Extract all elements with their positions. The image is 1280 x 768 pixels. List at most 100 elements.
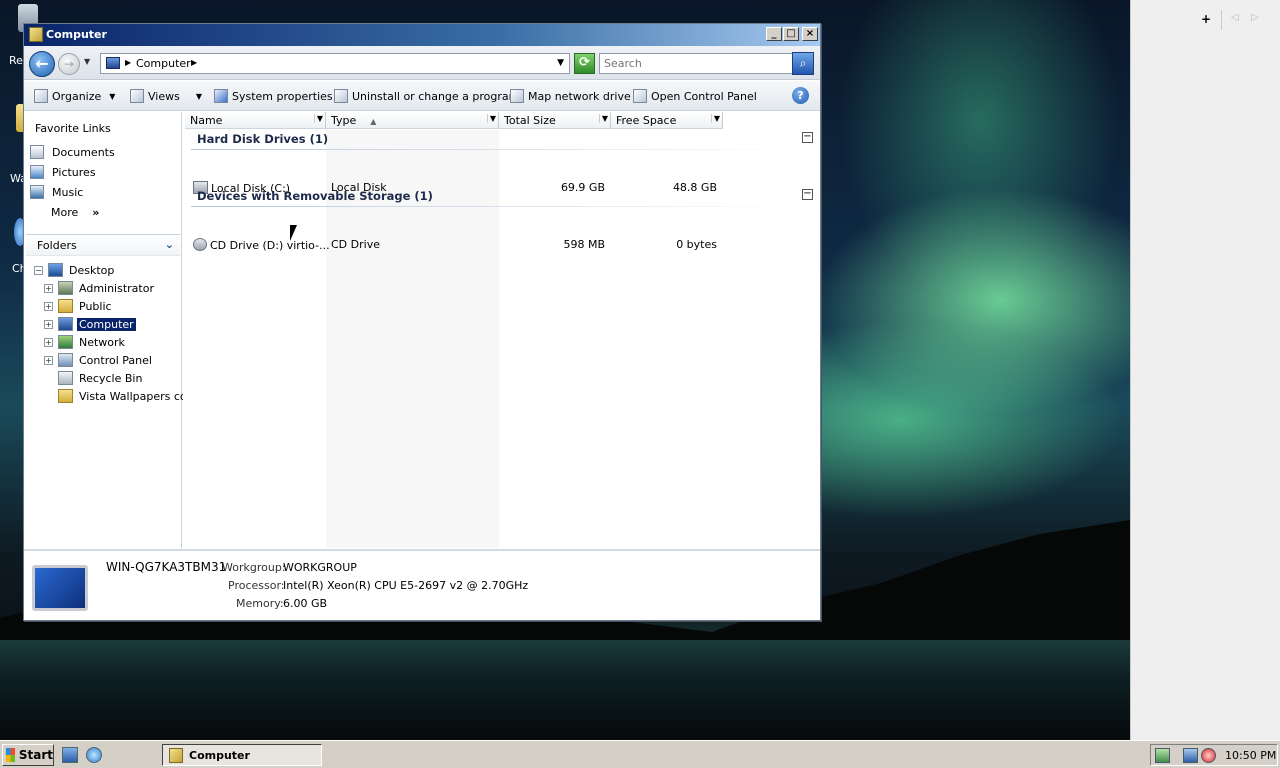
system-properties-icon	[214, 89, 228, 103]
chevron-down-icon: ▼	[195, 91, 202, 101]
breadcrumb-separator-icon[interactable]: ▶	[125, 58, 131, 67]
minimize-button[interactable]: _	[766, 27, 782, 41]
group-collapse-icon[interactable]: −	[802, 132, 813, 143]
search-button[interactable]: ⌕	[792, 52, 814, 75]
organize-label: Organize	[52, 89, 102, 103]
column-type-label: Type	[331, 114, 357, 127]
tree-item-control-panel[interactable]: + Control Panel	[44, 352, 154, 368]
close-button[interactable]: ×	[802, 27, 818, 41]
organize-menu[interactable]: Organize ▼	[34, 88, 115, 104]
wallpaper-lake	[0, 640, 1130, 740]
drive-name: CD Drive (D:) virtio-...	[210, 239, 330, 252]
memory-label: Memory:	[236, 597, 284, 610]
group-collapse-icon[interactable]: −	[802, 189, 813, 200]
tree-item-public[interactable]: + Public	[44, 298, 114, 314]
folders-header[interactable]: Folders ⌄	[26, 234, 180, 256]
taskbar-computer-button[interactable]: Computer	[162, 744, 322, 766]
gadget-prev-button[interactable]: ◁	[1231, 12, 1239, 23]
chevron-down-icon[interactable]: ▼	[598, 114, 608, 123]
tree-expand-icon[interactable]: +	[44, 337, 53, 347]
address-dropdown-icon[interactable]: ▼	[557, 58, 564, 68]
drive-total-size: 598 MB	[563, 238, 605, 251]
workgroup-label: Workgroup:	[222, 561, 286, 574]
column-header-type[interactable]: Type ▲ ▼	[326, 112, 499, 129]
tree-expand-icon[interactable]: +	[44, 355, 53, 365]
help-button[interactable]: ?	[792, 87, 809, 104]
group-divider	[191, 149, 805, 150]
computer-name: WIN-QG7KA3TBM31	[106, 560, 227, 574]
group-header-hard-disks[interactable]: Hard Disk Drives (1)	[197, 132, 328, 146]
internet-explorer-icon[interactable]	[86, 747, 102, 763]
chevron-down-icon[interactable]: ▼	[710, 114, 720, 123]
tree-expand-icon[interactable]: +	[44, 319, 53, 329]
tree-label: Control Panel	[79, 353, 152, 367]
system-properties-label: System properties	[232, 89, 333, 103]
back-button[interactable]: ←	[29, 51, 55, 77]
add-gadget-button[interactable]: +	[1201, 12, 1211, 26]
favorite-music-label: Music	[52, 185, 84, 199]
favorite-documents-label: Documents	[52, 145, 115, 159]
breadcrumb-chevron-icon[interactable]: ▶	[191, 58, 197, 67]
maximize-button[interactable]: □	[783, 27, 799, 41]
tree-expand-icon[interactable]: +	[44, 283, 53, 293]
column-total-label: Total Size	[504, 114, 556, 127]
forward-arrow-icon: →	[63, 57, 75, 71]
tree-item-computer[interactable]: + Computer	[44, 316, 136, 332]
favorite-pictures-label: Pictures	[52, 165, 96, 179]
volume-muted-icon[interactable]	[1201, 748, 1216, 763]
system-properties-button[interactable]: System properties	[214, 88, 333, 104]
chevron-down-icon: ▼	[109, 91, 116, 101]
memory-value: 6.00 GB	[283, 597, 328, 610]
uninstall-program-button[interactable]: Uninstall or change a program	[334, 88, 519, 104]
column-header-total-size[interactable]: Total Size ▼	[499, 112, 611, 129]
tree-item-vista-wallpapers[interactable]: Vista Wallpapers colle	[58, 388, 183, 404]
explorer-window: Computer _ □ × ← → ▼ ▶ Computer ▶ ▼ ⟳ ⌕ …	[23, 23, 821, 621]
gadget-divider	[1221, 10, 1222, 30]
recent-pages-dropdown[interactable]: ▼	[84, 57, 90, 66]
open-control-panel-button[interactable]: Open Control Panel	[633, 88, 757, 104]
tree-collapse-icon[interactable]: −	[34, 265, 43, 275]
chevron-down-icon[interactable]: ▼	[313, 114, 323, 123]
clock[interactable]: 10:50 PM	[1225, 749, 1276, 762]
computer-icon	[106, 57, 120, 69]
refresh-button[interactable]: ⟳	[574, 53, 595, 74]
column-header-name[interactable]: Name ▼	[185, 112, 326, 129]
server-manager-icon[interactable]	[1155, 748, 1170, 763]
favorite-music[interactable]: Music	[30, 183, 83, 201]
favorites-more-link[interactable]: More »	[51, 206, 99, 219]
group-header-removable[interactable]: Devices with Removable Storage (1)	[197, 189, 433, 203]
gadget-next-button[interactable]: ▷	[1251, 12, 1259, 23]
show-desktop-icon[interactable]	[62, 747, 78, 763]
forward-button[interactable]: →	[58, 53, 80, 75]
tree-expand-icon[interactable]: +	[44, 301, 53, 311]
network-status-icon[interactable]	[1183, 748, 1198, 763]
views-menu[interactable]: Views ▼	[130, 88, 202, 104]
command-toolbar: Organize ▼ Views ▼ System properties Uni…	[24, 81, 820, 111]
recycle-bin-icon	[58, 371, 73, 385]
pictures-icon	[30, 165, 44, 179]
tree-item-network[interactable]: + Network	[44, 334, 127, 350]
uninstall-label: Uninstall or change a program	[352, 89, 520, 103]
favorite-pictures[interactable]: Pictures	[30, 163, 96, 181]
folder-icon	[58, 389, 73, 403]
desktop-recycle-label: Re	[9, 54, 23, 67]
address-field[interactable]: ▶ Computer ▶ ▼	[100, 53, 570, 74]
column-free-label: Free Space	[616, 114, 677, 127]
start-button[interactable]: Start	[2, 744, 54, 766]
tree-label: Desktop	[69, 263, 115, 277]
column-header-free-space[interactable]: Free Space ▼	[611, 112, 723, 129]
title-bar[interactable]: Computer _ □ ×	[24, 24, 820, 46]
windows-logo-icon	[6, 748, 15, 762]
favorite-documents[interactable]: Documents	[30, 143, 115, 161]
tree-item-recycle-bin[interactable]: Recycle Bin	[58, 370, 144, 386]
map-network-drive-button[interactable]: Map network drive	[510, 88, 631, 104]
tree-item-desktop[interactable]: − Desktop	[34, 262, 116, 278]
search-input[interactable]	[599, 53, 811, 74]
tree-item-administrator[interactable]: + Administrator	[44, 280, 156, 296]
breadcrumb-computer[interactable]: Computer	[136, 57, 191, 70]
chevron-down-icon[interactable]: ▼	[486, 114, 496, 123]
table-row[interactable]: CD Drive (D:) virtio-... CD Drive 598 MB…	[185, 236, 819, 254]
taskbar-computer-label: Computer	[189, 748, 250, 762]
file-list: Name ▼ Type ▲ ▼ Total Size ▼ Free Space ▼…	[185, 112, 819, 548]
tree-label-selected: Computer	[77, 317, 136, 331]
